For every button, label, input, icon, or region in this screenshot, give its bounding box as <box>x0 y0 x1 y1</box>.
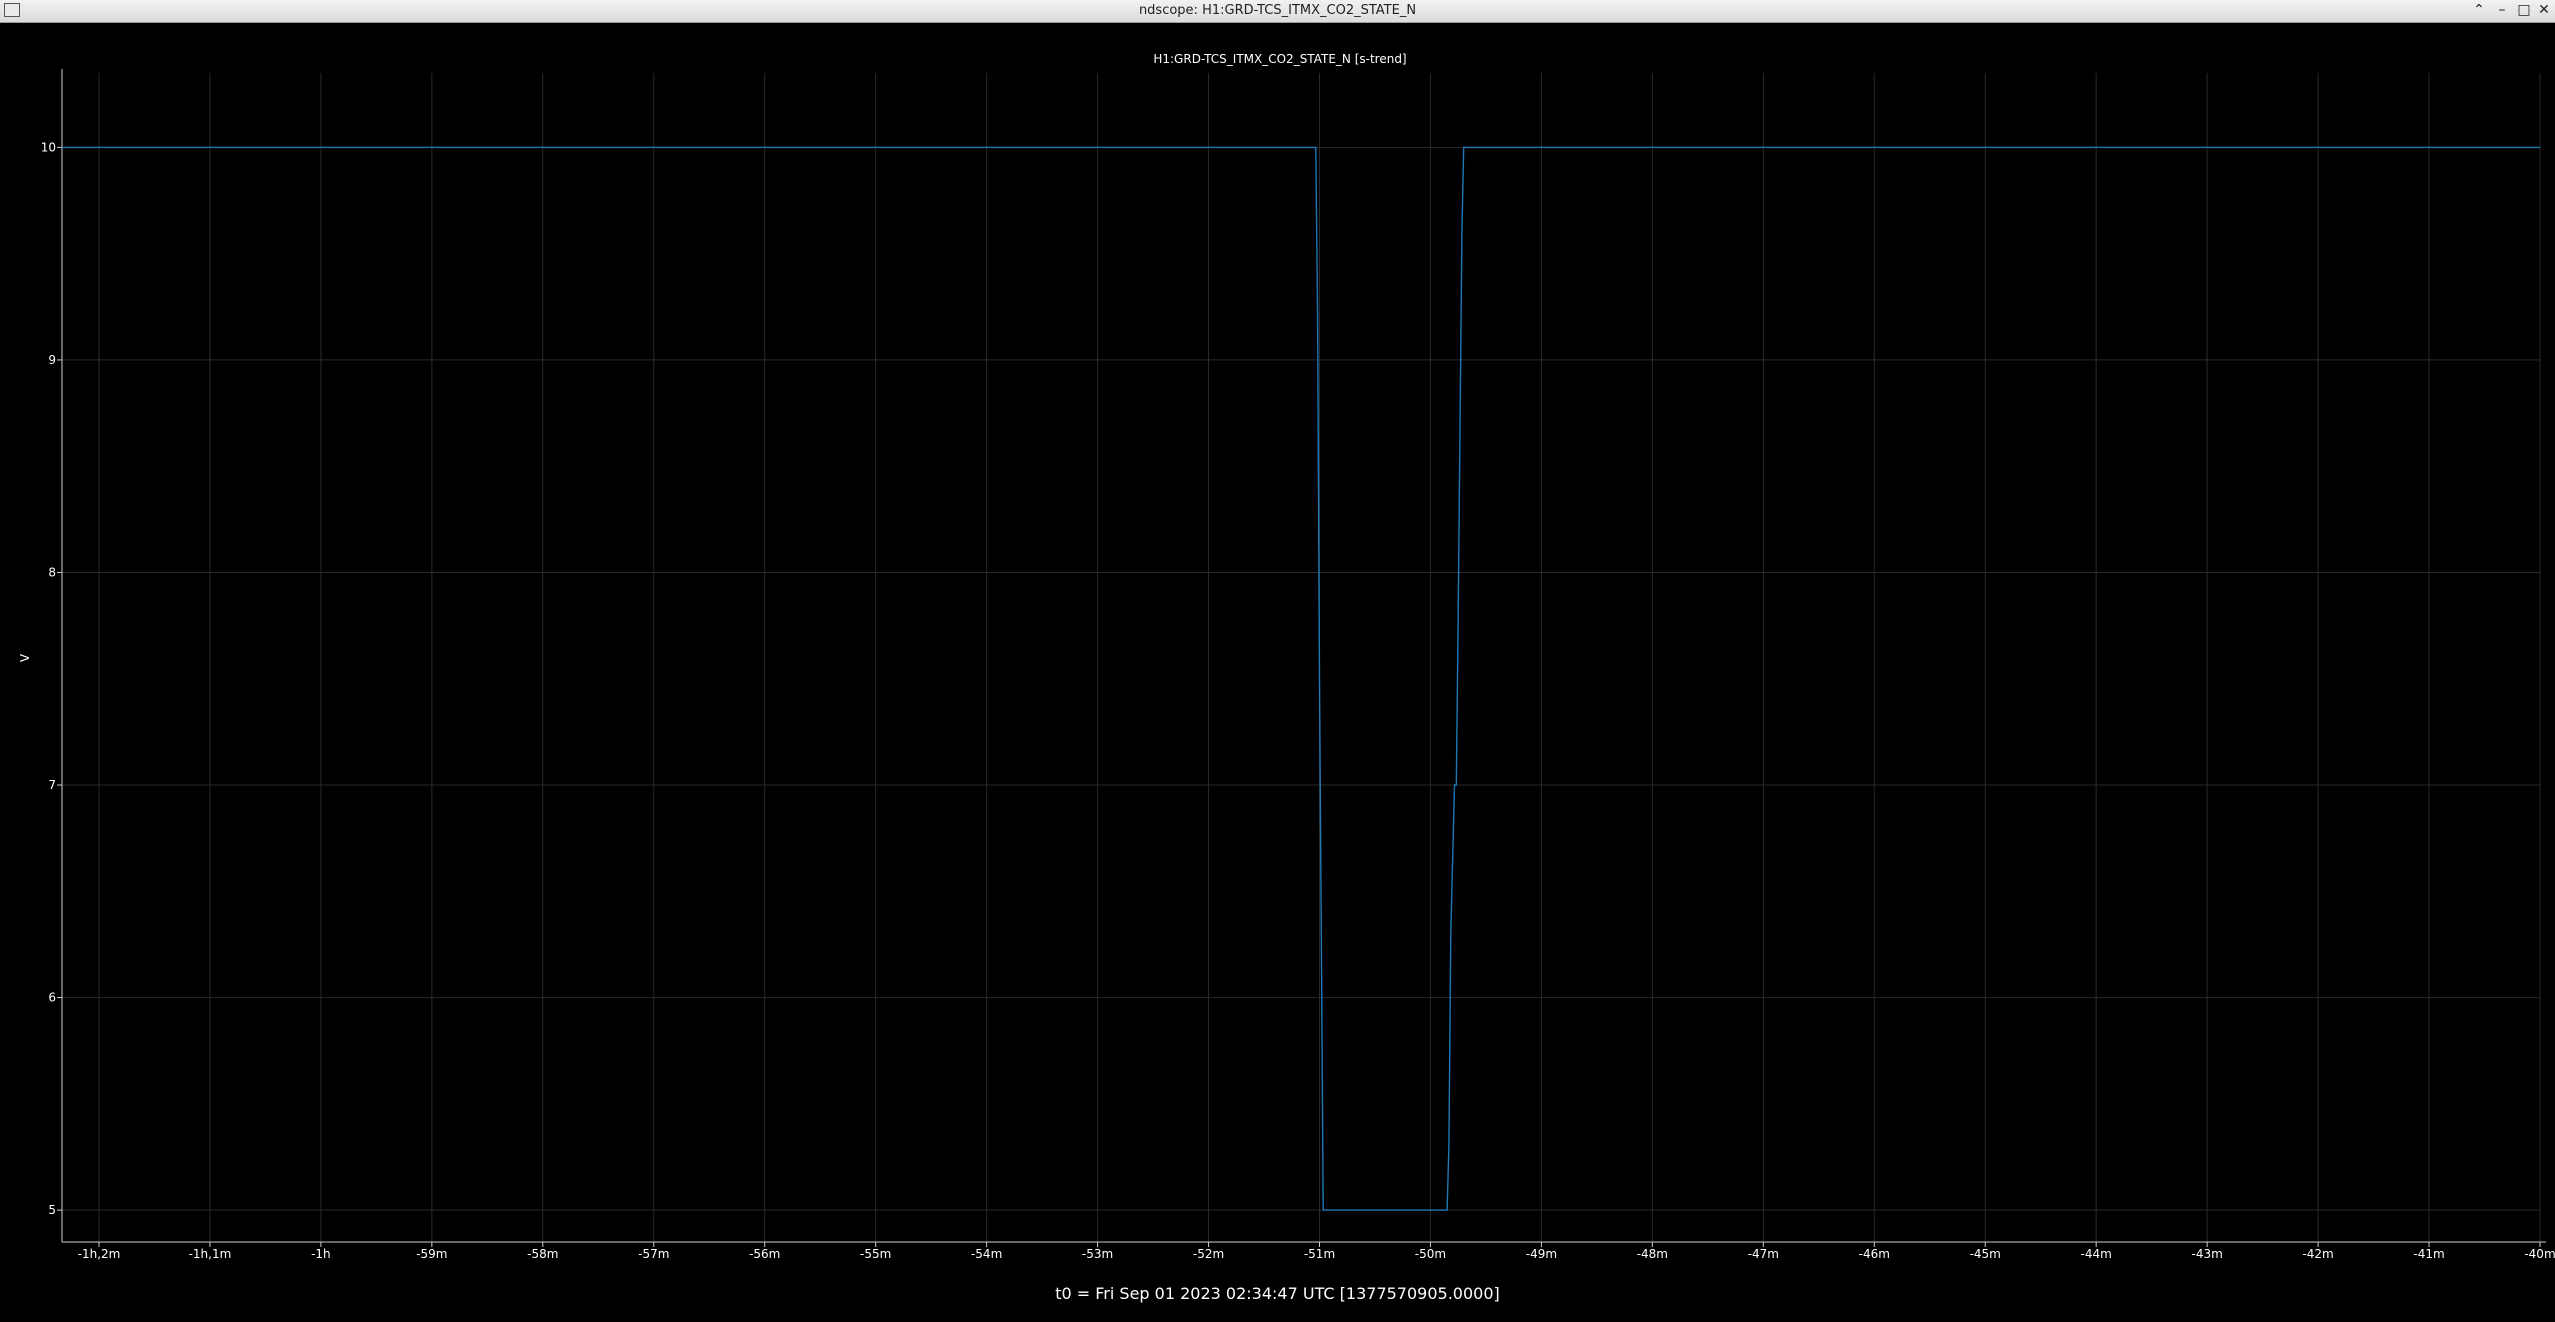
x-tick-label: -51m <box>1304 1247 1335 1261</box>
x-tick-label: -56m <box>749 1247 780 1261</box>
x-tick-label: -46m <box>1859 1247 1890 1261</box>
x-tick-label: -48m <box>1637 1247 1668 1261</box>
trend-chart[interactable]: -1h,2m -1h,1m -1h -59m -58m -57m -56m -55m -54m -… <box>0 23 2555 1318</box>
y-tick-label: 9 <box>48 353 56 367</box>
x-tick-label: -44m <box>2081 1247 2112 1261</box>
x-tick-label: -47m <box>1748 1247 1779 1261</box>
y-tick-label: 10 <box>41 140 56 154</box>
minimize-button[interactable]: – <box>2493 1 2511 19</box>
window-titlebar[interactable]: ndscope: H1:GRD-TCS_ITMX_CO2_STATE_N ⌃ –… <box>0 0 2555 23</box>
x-tick-label: -1h <box>311 1247 331 1261</box>
grid-lines <box>62 73 2541 1242</box>
x-tick-label: -1h,2m <box>78 1247 121 1261</box>
x-tick-label: -45m <box>1970 1247 2001 1261</box>
x-tick-label: -59m <box>416 1247 447 1261</box>
series-layer <box>62 146 2540 1211</box>
x-tick-label: -50m <box>1415 1247 1446 1261</box>
y-tick-label: 8 <box>48 565 56 579</box>
x-tick-label: -41m <box>2413 1247 2444 1261</box>
y-tick-label: 5 <box>48 1203 56 1217</box>
x-tick-label: -55m <box>860 1247 891 1261</box>
x-tick-label: -54m <box>971 1247 1002 1261</box>
axis-labels: -1h,2m -1h,1m -1h -59m -58m -57m -56m -55m -54m -… <box>41 140 2555 1261</box>
y-tick-label: 6 <box>48 991 56 1005</box>
chart-title: H1:GRD-TCS_ITMX_CO2_STATE_N [s-trend] <box>1153 52 1406 66</box>
plot-area[interactable]: -1h,2m -1h,1m -1h -59m -58m -57m -56m -55m -54m -… <box>0 23 2555 1318</box>
x-tick-label: -1h,1m <box>189 1247 232 1261</box>
x-tick-label: -52m <box>1193 1247 1224 1261</box>
window-title: ndscope: H1:GRD-TCS_ITMX_CO2_STATE_N <box>1138 3 1417 18</box>
series-line-0 <box>62 146 2540 1211</box>
x-tick-label: -43m <box>2191 1247 2222 1261</box>
x-tick-label: -42m <box>2302 1247 2333 1261</box>
x-tick-label: -58m <box>527 1247 558 1261</box>
x-tick-label: -57m <box>638 1247 669 1261</box>
t0-label: t0 = Fri Sep 01 2023 02:34:47 UTC [13775… <box>1055 1284 1500 1303</box>
shade-button[interactable]: ⌃ <box>2470 1 2488 19</box>
x-tick-label: -40m <box>2524 1247 2555 1261</box>
x-tick-label: -53m <box>1082 1247 1113 1261</box>
maximize-button[interactable]: □ <box>2515 1 2533 19</box>
y-tick-label: 7 <box>48 778 56 792</box>
close-button[interactable]: ✕ <box>2535 1 2553 19</box>
axes <box>57 69 2546 1247</box>
x-tick-label: -49m <box>1526 1247 1557 1261</box>
y-axis-label: V <box>18 653 32 662</box>
